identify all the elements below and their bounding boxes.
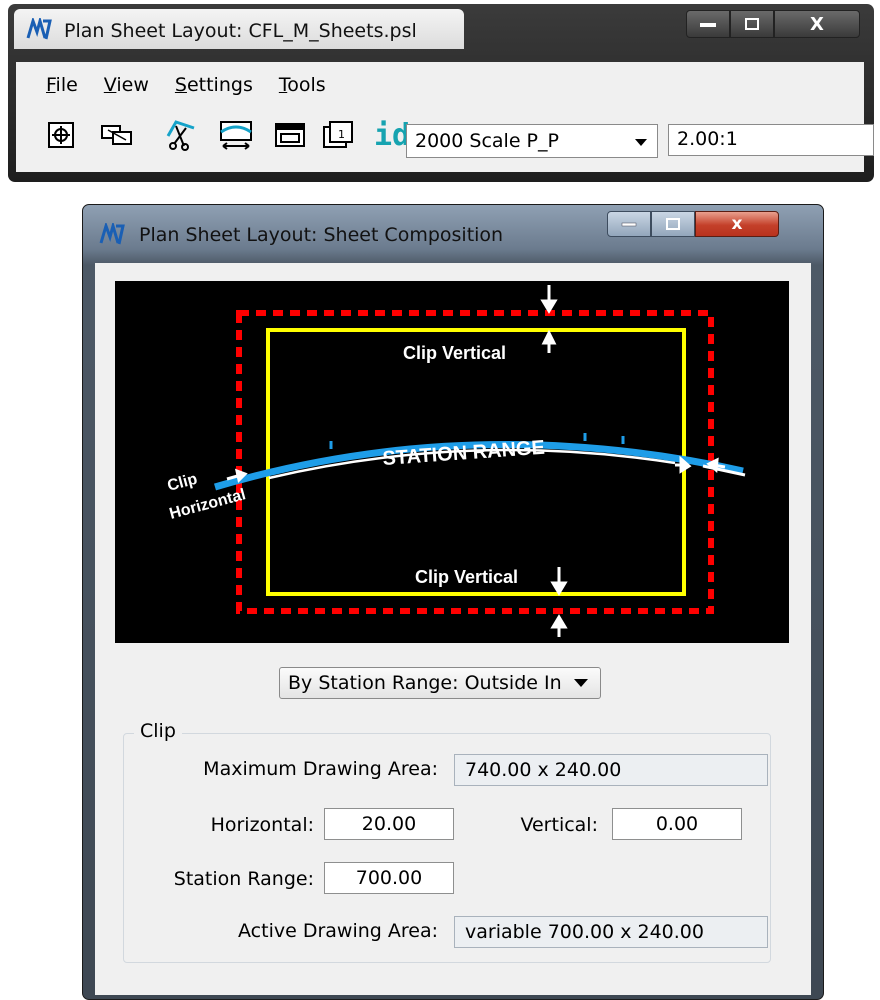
window-sheet-icon	[275, 123, 305, 147]
svg-text:1: 1	[338, 128, 345, 141]
place-target-icon	[48, 122, 74, 148]
horizontal-label: Horizontal:	[210, 814, 314, 836]
scissors-icon	[166, 120, 195, 151]
station-range-label: STATION RANGE	[382, 437, 546, 470]
sheet-preview-drawing: Clip Vertical Clip Vertical STATION RANG…	[166, 285, 746, 637]
menu-bar: File View Settings Tools	[16, 62, 864, 96]
minimize-icon	[621, 222, 637, 227]
move-sheets-button[interactable]	[100, 118, 134, 152]
close-button[interactable]: x	[695, 211, 779, 237]
identify-icon: id	[373, 117, 411, 153]
station-range-field-label: Station Range:	[173, 868, 314, 890]
main-client-area: File View Settings Tools 1 id 2000 Scale…	[16, 62, 874, 172]
app-icon	[99, 223, 125, 245]
active-drawing-area-value: variable 700.00 x 240.00	[454, 916, 768, 948]
curved-range-icon	[220, 121, 252, 150]
maximize-icon	[745, 18, 759, 30]
scale-ratio-input[interactable]: 2.00:1	[668, 124, 874, 156]
maximize-button[interactable]	[651, 211, 695, 237]
chevron-down-icon	[574, 679, 588, 687]
stacked-sheets-icon: 1	[323, 121, 353, 148]
sheet-window-button[interactable]	[274, 118, 308, 152]
sheet-preview: Clip Vertical Clip Vertical STATION RANG…	[115, 281, 789, 643]
clip-vertical-bottom-label: Clip Vertical	[415, 567, 518, 587]
window-title: Plan Sheet Layout: Sheet Composition	[139, 224, 504, 246]
active-drawing-area-label: Active Drawing Area:	[238, 920, 438, 942]
sheet-number-button[interactable]: 1	[322, 118, 356, 152]
scale-select[interactable]: 2000 Scale P_P	[406, 124, 658, 158]
place-sheet-button[interactable]	[44, 118, 78, 152]
app-icon	[26, 18, 52, 40]
clip-vertical-top-label: Clip Vertical	[403, 343, 506, 363]
main-window: Plan Sheet Layout: CFL_M_Sheets.psl X Fi…	[8, 4, 874, 182]
max-drawing-area-value: 740.00 x 240.00	[454, 754, 768, 786]
sheet-composition-window: Plan Sheet Layout: Sheet Composition x C…	[82, 204, 824, 1000]
chevron-down-icon	[635, 139, 647, 146]
horizontal-input[interactable]: 20.00	[324, 808, 454, 840]
close-icon: X	[810, 13, 824, 35]
maximize-icon	[666, 218, 680, 230]
minimize-button[interactable]	[686, 10, 730, 38]
clip-tool-button[interactable]	[164, 118, 198, 152]
vertical-input[interactable]: 0.00	[612, 808, 742, 840]
station-range-input[interactable]: 700.00	[324, 862, 454, 894]
minimize-button[interactable]	[607, 211, 651, 237]
vertical-label: Vertical:	[520, 814, 598, 836]
max-drawing-area-label: Maximum Drawing Area:	[203, 758, 438, 780]
clip-group: Clip Maximum Drawing Area: 740.00 x 240.…	[123, 720, 771, 963]
maximize-button[interactable]	[730, 10, 774, 38]
station-range-button[interactable]	[218, 118, 252, 152]
clip-horizontal-label-1: Clip	[166, 471, 200, 495]
window-title: Plan Sheet Layout: CFL_M_Sheets.psl	[64, 20, 417, 42]
minimize-icon	[700, 23, 716, 27]
overlapping-sheets-icon	[101, 125, 132, 145]
clip-method-select[interactable]: By Station Range: Outside In	[279, 667, 601, 699]
close-icon: x	[731, 214, 743, 234]
menu-view[interactable]: View	[90, 62, 161, 96]
menu-tools[interactable]: Tools	[265, 62, 338, 96]
menu-settings[interactable]: Settings	[161, 62, 265, 96]
close-button[interactable]: X	[774, 10, 860, 38]
clip-group-title: Clip	[134, 720, 182, 742]
composition-client-area: Clip Vertical Clip Vertical STATION RANG…	[95, 263, 811, 995]
menu-file[interactable]: File	[16, 62, 90, 96]
